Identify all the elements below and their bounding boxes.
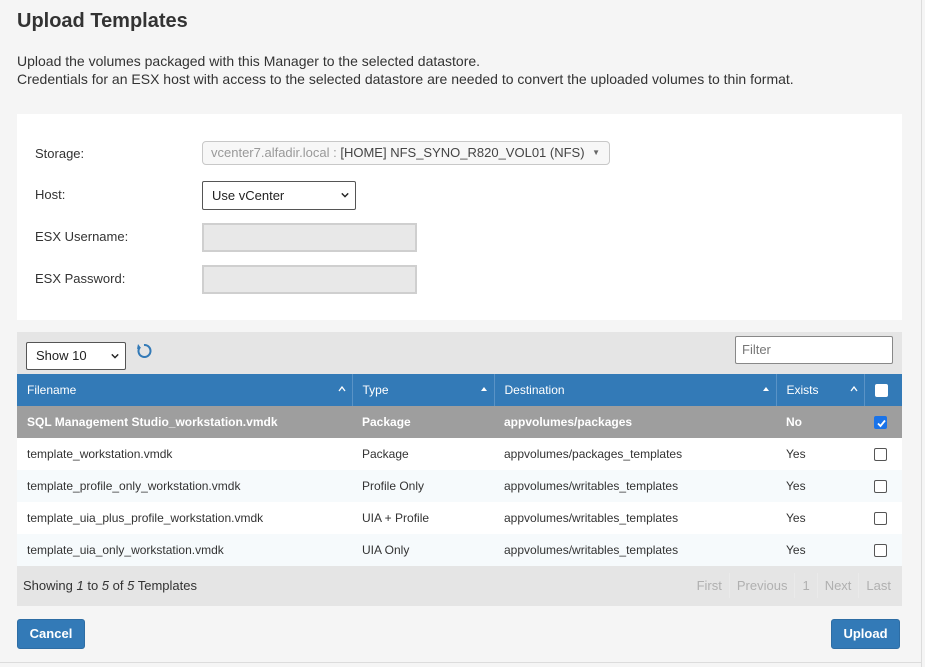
cell-exists: No: [776, 406, 864, 438]
column-header-type[interactable]: Type: [352, 374, 495, 406]
table-footer: Showing 1 to 5 of 5 Templates First Prev…: [17, 566, 902, 606]
sort-asc-icon: [480, 387, 487, 391]
cell-exists: Yes: [776, 438, 864, 470]
storage-datastore: [HOME] NFS_SYNO_R820_VOL01 (NFS): [340, 145, 585, 160]
host-label: Host:: [35, 187, 66, 202]
pager-first-button[interactable]: First: [690, 573, 729, 598]
page-size-select[interactable]: Show 10: [26, 342, 126, 370]
filter-placeholder: Filter: [742, 342, 771, 357]
sort-asc-icon: [337, 386, 346, 392]
cell-type: Package: [352, 438, 494, 470]
checkmark-icon: [877, 420, 886, 428]
column-header-select-all: [864, 374, 902, 406]
pager-next-button[interactable]: Next: [816, 573, 859, 598]
table-row[interactable]: SQL Management Studio_workstation.vmdk P…: [17, 406, 902, 438]
cell-filename: template_workstation.vmdk: [17, 438, 352, 470]
column-header-destination[interactable]: Destination: [494, 374, 777, 406]
column-header-exists[interactable]: Exists: [776, 374, 865, 406]
table-toolbar: Show 10 Filter: [17, 332, 902, 374]
description-line-1: Upload the volumes packaged with this Ma…: [17, 53, 481, 69]
showing-to: 5: [101, 578, 110, 593]
cell-destination: appvolumes/writables_templates: [494, 534, 776, 566]
cell-select: [864, 502, 902, 534]
cell-type: UIA + Profile: [352, 502, 494, 534]
cell-type: Package: [352, 406, 494, 438]
table-header-row: Filename Type Destination Exists: [17, 374, 902, 406]
cell-destination: appvolumes/writables_templates: [494, 470, 776, 502]
upload-form: Storage: vcenter7.alfadir.local : [HOME]…: [17, 114, 902, 320]
cell-filename: template_profile_only_workstation.vmdk: [17, 470, 352, 502]
showing-suffix: Templates: [134, 578, 197, 593]
sort-asc-icon: [762, 387, 769, 391]
column-header-label: Type: [362, 383, 389, 397]
chevron-down-icon: [111, 353, 119, 359]
pagination: First Previous 1 Next Last: [690, 573, 898, 598]
pager-previous-button[interactable]: Previous: [728, 573, 795, 598]
column-header-filename[interactable]: Filename: [17, 374, 353, 406]
filter-input[interactable]: Filter: [735, 336, 893, 364]
esx-username-label: ESX Username:: [35, 229, 129, 244]
pager-page-1-button[interactable]: 1: [794, 573, 816, 598]
page-border-right: [921, 0, 922, 667]
storage-select[interactable]: vcenter7.alfadir.local : [HOME] NFS_SYNO…: [202, 141, 610, 165]
host-select[interactable]: Use vCenter: [202, 181, 356, 210]
showing-prefix: Showing: [23, 578, 77, 593]
row-checkbox[interactable]: [874, 416, 887, 430]
esx-username-input[interactable]: [202, 223, 417, 252]
row-checkbox[interactable]: [874, 448, 887, 462]
templates-table: Filename Type Destination Exists SQL Man…: [17, 374, 902, 566]
caret-down-icon: ▼: [592, 148, 600, 157]
column-header-label: Filename: [27, 383, 77, 397]
cell-exists: Yes: [776, 470, 864, 502]
host-select-value: Use vCenter: [212, 188, 285, 203]
storage-label: Storage:: [35, 146, 85, 161]
cell-destination: appvolumes/packages: [494, 406, 776, 438]
page-size-value: Show 10: [36, 348, 87, 363]
page-border-bottom: [0, 662, 922, 663]
chevron-down-icon: [341, 192, 349, 198]
table-row[interactable]: template_uia_only_workstation.vmdk UIA O…: [17, 534, 902, 566]
table-row[interactable]: template_uia_plus_profile_workstation.vm…: [17, 502, 902, 534]
pager-last-button[interactable]: Last: [858, 573, 898, 598]
cell-filename: template_uia_plus_profile_workstation.vm…: [17, 502, 352, 534]
storage-host: vcenter7.alfadir.local :: [211, 145, 337, 160]
column-header-label: Exists: [786, 383, 819, 397]
upload-button[interactable]: Upload: [831, 619, 900, 649]
cell-exists: Yes: [776, 502, 864, 534]
refresh-icon[interactable]: [136, 343, 152, 359]
cell-destination: appvolumes/packages_templates: [494, 438, 776, 470]
sort-asc-icon: [849, 386, 858, 392]
cell-select: [864, 534, 902, 566]
cell-select: [864, 438, 902, 470]
column-header-label: Destination: [504, 383, 565, 397]
description-line-2: Credentials for an ESX host with access …: [17, 71, 794, 87]
showing-of-word: of: [109, 578, 128, 593]
esx-password-label: ESX Password:: [35, 271, 126, 286]
table-row[interactable]: template_profile_only_workstation.vmdk P…: [17, 470, 902, 502]
cell-filename: template_uia_only_workstation.vmdk: [17, 534, 352, 566]
cancel-button[interactable]: Cancel: [17, 619, 85, 649]
select-all-checkbox[interactable]: [874, 384, 888, 398]
cell-select: [864, 406, 902, 438]
cell-destination: appvolumes/writables_templates: [494, 502, 776, 534]
cell-type: UIA Only: [352, 534, 494, 566]
cell-type: Profile Only: [352, 470, 494, 502]
row-checkbox[interactable]: [874, 512, 887, 526]
showing-to-word: to: [83, 578, 102, 593]
cell-exists: Yes: [776, 534, 864, 566]
cell-filename: SQL Management Studio_workstation.vmdk: [17, 406, 352, 438]
page-title: Upload Templates: [17, 10, 188, 32]
row-checkbox[interactable]: [874, 544, 887, 558]
esx-password-input[interactable]: [202, 265, 417, 294]
cell-select: [864, 470, 902, 502]
showing-from: 1: [76, 578, 84, 593]
table-row[interactable]: template_workstation.vmdk Package appvol…: [17, 438, 902, 470]
page-description: Upload the volumes packaged with this Ma…: [17, 52, 794, 88]
row-checkbox[interactable]: [874, 480, 887, 494]
showing-summary: Showing 1 to 5 of 5 Templates: [23, 578, 197, 593]
